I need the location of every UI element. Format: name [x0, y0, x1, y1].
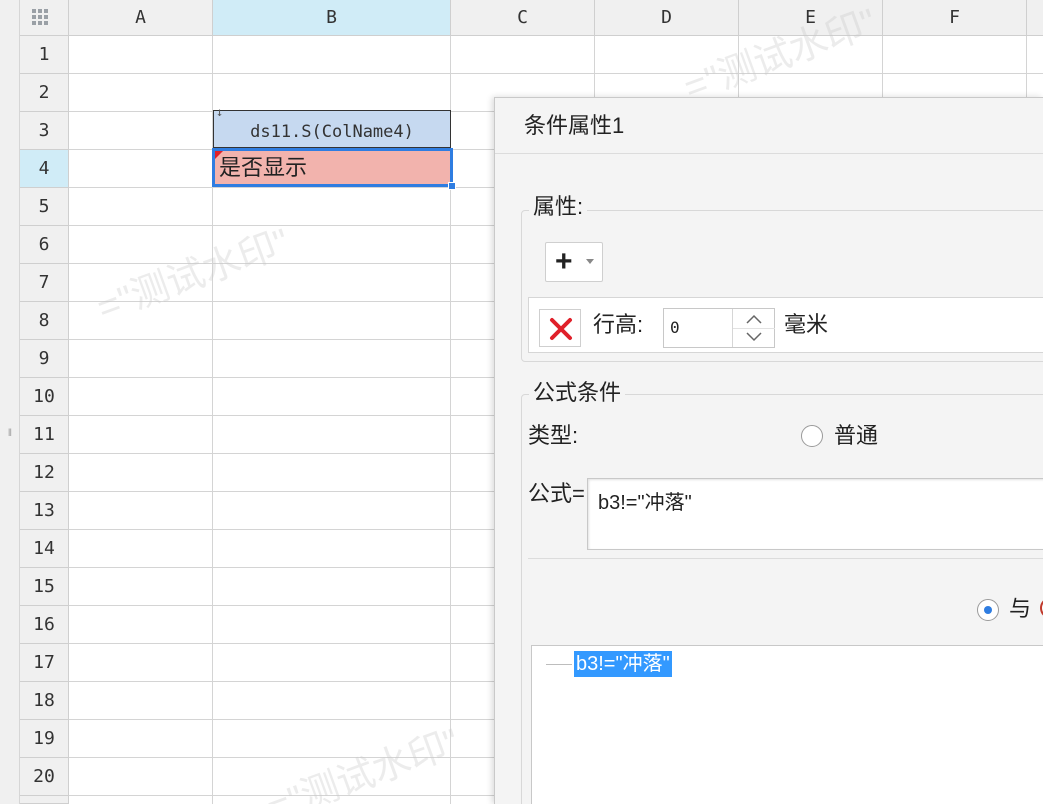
cell-b3[interactable]: ↓ ds11.S(ColName4) [213, 105, 451, 148]
column-header-c[interactable]: C [451, 0, 595, 36]
row-header[interactable]: 11 [20, 416, 69, 454]
type-normal-radio[interactable] [801, 425, 823, 447]
expand-down-icon: ↓ [216, 105, 224, 119]
column-header-f[interactable]: F [883, 0, 1027, 36]
cell-b4-text: 是否显示 [219, 155, 308, 180]
and-radio[interactable] [977, 599, 999, 621]
tree-node-selected[interactable]: b3!="冲落" [574, 651, 672, 677]
and-label[interactable]: 与 [1009, 595, 1031, 623]
row-header[interactable]: 2 [20, 74, 69, 112]
formula-text: b3!="冲落" [598, 492, 692, 514]
line-height-input[interactable]: 0 [663, 308, 775, 348]
stepper-up-button[interactable] [733, 309, 775, 328]
add-attribute-button[interactable]: + [545, 242, 603, 282]
row-header[interactable]: 8 [20, 302, 69, 340]
unit-label: 毫米 [784, 312, 829, 337]
chevron-up-icon [746, 314, 762, 324]
line-height-value: 0 [670, 318, 680, 337]
cell-b3-text: ds11.S(ColName4) [250, 122, 414, 142]
row-header[interactable]: 16 [20, 606, 69, 644]
row-header[interactable]: 1 [20, 36, 69, 74]
row-header-selected[interactable]: 4 [20, 150, 69, 188]
plus-icon: + [555, 245, 573, 278]
column-header-g-partial[interactable] [1027, 0, 1043, 36]
tree-connector [546, 664, 572, 665]
formula-input[interactable]: b3!="冲落" [587, 478, 1043, 550]
stepper-down-button[interactable] [733, 328, 775, 347]
row-header[interactable]: 10 [20, 378, 69, 416]
row-header[interactable]: 20 [20, 758, 69, 796]
row-header[interactable]: 17 [20, 644, 69, 682]
row-header[interactable]: 9 [20, 340, 69, 378]
grid-menu-icon [32, 9, 50, 27]
column-header-d[interactable]: D [595, 0, 739, 36]
cell-b4-selected[interactable]: 是否显示 [212, 148, 456, 190]
row-header-partial[interactable] [20, 796, 69, 804]
chevron-down-icon [746, 332, 762, 342]
divider [528, 558, 1043, 559]
line-height-label: 行高: [593, 312, 644, 337]
condition-flag-icon [215, 151, 223, 159]
line-height-stepper[interactable] [732, 309, 775, 347]
type-normal-label[interactable]: 普通 [834, 422, 878, 450]
dialog-body: 属性: + 行高: 0 毫米 公式条件 类型: 普通 公式= b3!="冲落" … [495, 154, 1043, 804]
gridline [69, 73, 1043, 74]
row-header[interactable]: 5 [20, 188, 69, 226]
row-header[interactable]: 19 [20, 720, 69, 758]
attribute-row-line-height: 行高: 0 毫米 [528, 297, 1043, 353]
row-header[interactable]: 14 [20, 530, 69, 568]
condition-tree[interactable]: b3!="冲落" [531, 645, 1043, 804]
select-all-corner[interactable] [20, 0, 69, 36]
left-resize-strip[interactable]: ‖ [0, 0, 20, 804]
condition-attribute-dialog: 条件属性1 属性: + 行高: 0 毫米 公式条件 类型: 普通 公式= b3!… [494, 97, 1043, 804]
chevron-down-icon [586, 259, 594, 264]
grip-icon[interactable]: ‖ [6, 428, 14, 440]
column-header-e[interactable]: E [739, 0, 883, 36]
row-header[interactable]: 7 [20, 264, 69, 302]
formula-label: 公式= [528, 481, 585, 506]
row-header[interactable]: 12 [20, 454, 69, 492]
type-label: 类型: [528, 423, 579, 448]
column-header-a[interactable]: A [69, 0, 213, 36]
delete-attribute-button[interactable] [539, 309, 581, 347]
column-header-b[interactable]: B [213, 0, 451, 36]
fill-handle[interactable] [448, 182, 456, 190]
formula-condition-legend: 公式条件 [529, 380, 626, 406]
row-header[interactable]: 18 [20, 682, 69, 720]
attributes-legend: 属性: [529, 194, 588, 220]
row-header[interactable]: 6 [20, 226, 69, 264]
row-header[interactable]: 3 [20, 112, 69, 150]
red-x-icon [550, 318, 572, 340]
dialog-title: 条件属性1 [495, 98, 1043, 154]
row-header[interactable]: 15 [20, 568, 69, 606]
row-header[interactable]: 13 [20, 492, 69, 530]
